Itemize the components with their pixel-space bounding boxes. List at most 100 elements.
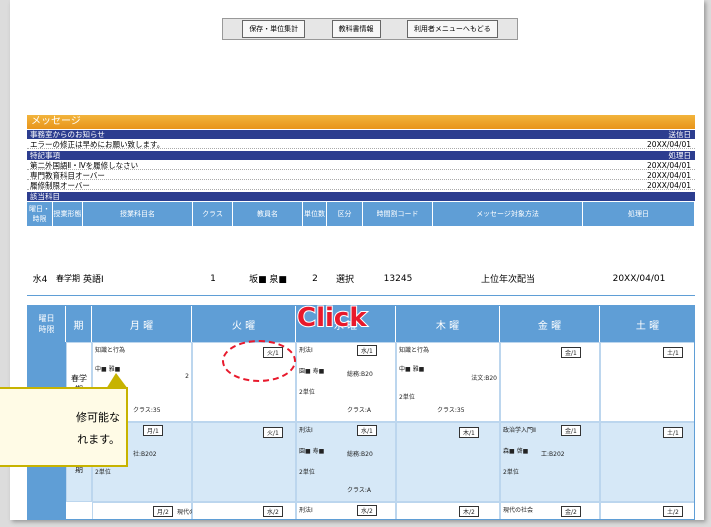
day-fri: 金 曜 <box>500 306 600 342</box>
cell-fri-2[interactable]: 政治学入門Ⅱ 金/1 森■ 啓■ 工:B202 2単位 <box>500 422 600 502</box>
register-badge[interactable]: 土/1 <box>663 427 683 438</box>
click-label: Click <box>296 302 368 334</box>
room: 工:B202 <box>541 451 565 458</box>
cell-sat-1[interactable]: 土/1 <box>600 342 694 422</box>
col-type: 区分 <box>327 202 363 226</box>
subject-name: 知識と行為 <box>399 347 430 354</box>
back-to-menu-button[interactable]: 利用者メニューへもどる <box>406 20 498 38</box>
register-badge[interactable]: 木/2 <box>459 506 479 517</box>
cell-sat-2[interactable]: 土/1 <box>600 422 694 502</box>
toolbar: 保存・単位集計 教科書情報 利用者メニューへもどる <box>222 18 518 40</box>
register-badge[interactable]: 水/1 <box>357 345 377 356</box>
cell-method: 上位年次配当 <box>480 275 535 285</box>
teacher-name: 園■ 寿■ <box>299 368 325 375</box>
message-title: メッセージ <box>27 115 695 129</box>
credits: 2単位 <box>95 469 111 476</box>
cell-thu-3[interactable]: 木/2 <box>396 502 500 519</box>
subject-name: 現代の社会 <box>503 507 534 514</box>
register-badge[interactable]: 木/1 <box>459 427 479 438</box>
col-dayperiod: 曜日・時限 <box>27 202 53 226</box>
special-note-item: 第二外国語Ⅱ・Ⅳを履修しなさい 20XX/04/01 <box>27 161 695 170</box>
room: 法文:B20 <box>471 375 497 382</box>
cell-subject: 英語Ⅰ <box>83 275 104 285</box>
credits: 2単位 <box>399 394 415 401</box>
cell-sat-3[interactable]: 土/2 <box>600 502 694 519</box>
textbook-info-button[interactable]: 教科書情報 <box>331 20 381 38</box>
class: クラス:A <box>347 407 372 414</box>
subject-columns: 曜日・時限 授業形態 授業科目名 クラス 教員名 単位数 区分 時間割コード メ… <box>27 202 695 226</box>
register-badge[interactable]: 土/1 <box>663 347 683 358</box>
cell-tue-2[interactable]: 火/1 <box>192 422 296 502</box>
room: 社:B202 <box>133 451 157 458</box>
class: クラス:35 <box>437 407 465 414</box>
cell-type: 選択 <box>335 275 354 285</box>
cell-code: 13245 <box>383 273 413 284</box>
subject-name: 刑法Ⅰ <box>299 427 313 434</box>
special-notes-header: 特記事項 処理日 <box>27 151 695 160</box>
cell-dayperiod: 水4 <box>32 275 48 285</box>
class: クラス:35 <box>133 407 161 414</box>
cell-fri-3[interactable]: 現代の社会 金/2 <box>500 502 600 519</box>
save-credit-button[interactable]: 保存・単位集計 <box>242 20 306 38</box>
col-class: クラス <box>193 202 233 226</box>
day-mon: 月 曜 <box>92 306 192 342</box>
callout-note: 修可能な れます。 <box>0 373 128 467</box>
subject-name: 刑法Ⅰ <box>299 347 313 354</box>
register-badge[interactable]: 金/1 <box>561 425 581 436</box>
cell-thu-1[interactable]: 知識と行為 中■ 雅■ 法文:B20 2単位 クラス:35 <box>396 342 500 422</box>
col-code: 時間割コード <box>363 202 433 226</box>
office-message: エラーの修正は早めにお願い致します。 20XX/04/01 <box>27 140 695 149</box>
callout-line2: れます。 <box>77 433 120 446</box>
room: 総務:B20 <box>347 371 373 378</box>
room: 総務:B20 <box>347 451 373 458</box>
register-badge[interactable]: 土/2 <box>663 506 683 517</box>
office-notice-header: 事務室からのお知らせ 送信日 <box>27 130 695 139</box>
cell-form: 春学期 <box>56 274 80 283</box>
cell-teacher: 坂■ 泉■ <box>249 275 287 285</box>
cell-mon-3[interactable]: 月/2 現代の社会 <box>92 502 207 519</box>
highlight-circle <box>222 340 296 382</box>
col-subject: 授業科目名 <box>83 202 193 226</box>
register-badge[interactable]: 水/2 <box>263 506 283 517</box>
cell-class: 1 <box>210 273 216 284</box>
term-header: 期 <box>66 306 92 342</box>
corner-period: 時限 <box>38 325 55 334</box>
register-badge[interactable]: 月/2 <box>153 506 173 517</box>
cell-fri-1[interactable]: 金/1 <box>500 342 600 422</box>
col-date: 処理日 <box>583 202 695 226</box>
credits: 2単位 <box>503 469 519 476</box>
corner-cell: 曜日 時限 <box>28 306 66 342</box>
cell-wed-2[interactable]: 刑法Ⅰ 水/1 園■ 寿■ 総務:B20 2単位 クラス:A <box>296 422 396 502</box>
register-badge[interactable]: 火/1 <box>263 427 283 438</box>
cell-wed-3[interactable]: 刑法Ⅰ 水/2 <box>296 502 396 519</box>
special-note-item: 専門教育科目オーバー 20XX/04/01 <box>27 171 695 180</box>
register-badge[interactable]: 水/2 <box>357 505 377 516</box>
callout-line1: 修可能な <box>76 411 120 424</box>
subject-name: 政治学入門Ⅱ <box>503 427 536 434</box>
teacher-name: 園■ 寿■ <box>299 448 325 455</box>
cell-date: 20XX/04/01 <box>612 273 666 284</box>
credits: 2単位 <box>299 389 315 396</box>
day-tue: 火 曜 <box>192 306 296 342</box>
col-credits: 単位数 <box>303 202 327 226</box>
subject-name: 知識と行為 <box>95 347 126 354</box>
class: クラス:A <box>347 487 372 494</box>
register-badge[interactable]: 月/1 <box>143 425 163 436</box>
register-badge[interactable]: 水/1 <box>357 425 377 436</box>
col-teacher: 教員名 <box>233 202 303 226</box>
subject-row: 水4 春学期 英語Ⅰ 1 坂■ 泉■ 2 選択 13245 上位年次配当 20X… <box>27 262 695 296</box>
cell-wed-1[interactable]: 刑法Ⅰ 水/1 園■ 寿■ 総務:B20 2単位 クラス:A <box>296 342 396 422</box>
credits: 2単位 <box>299 469 315 476</box>
subject-header: 該当科目 <box>27 192 695 201</box>
callout-tail <box>106 373 128 389</box>
subject-name: 刑法Ⅰ <box>299 507 313 514</box>
register-badge[interactable]: 金/1 <box>561 347 581 358</box>
special-note-item: 履修制限オーバー 20XX/04/01 <box>27 181 695 190</box>
cell-thu-2[interactable]: 木/1 <box>396 422 500 502</box>
cell-tue-3[interactable]: 水/2 <box>192 502 296 519</box>
col-method: メッセージ対象方法 <box>433 202 583 226</box>
cell-credits: 2 <box>312 273 318 284</box>
col-form: 授業形態 <box>53 202 83 226</box>
register-badge[interactable]: 金/2 <box>561 506 581 517</box>
corner-day: 曜日 <box>38 314 55 323</box>
